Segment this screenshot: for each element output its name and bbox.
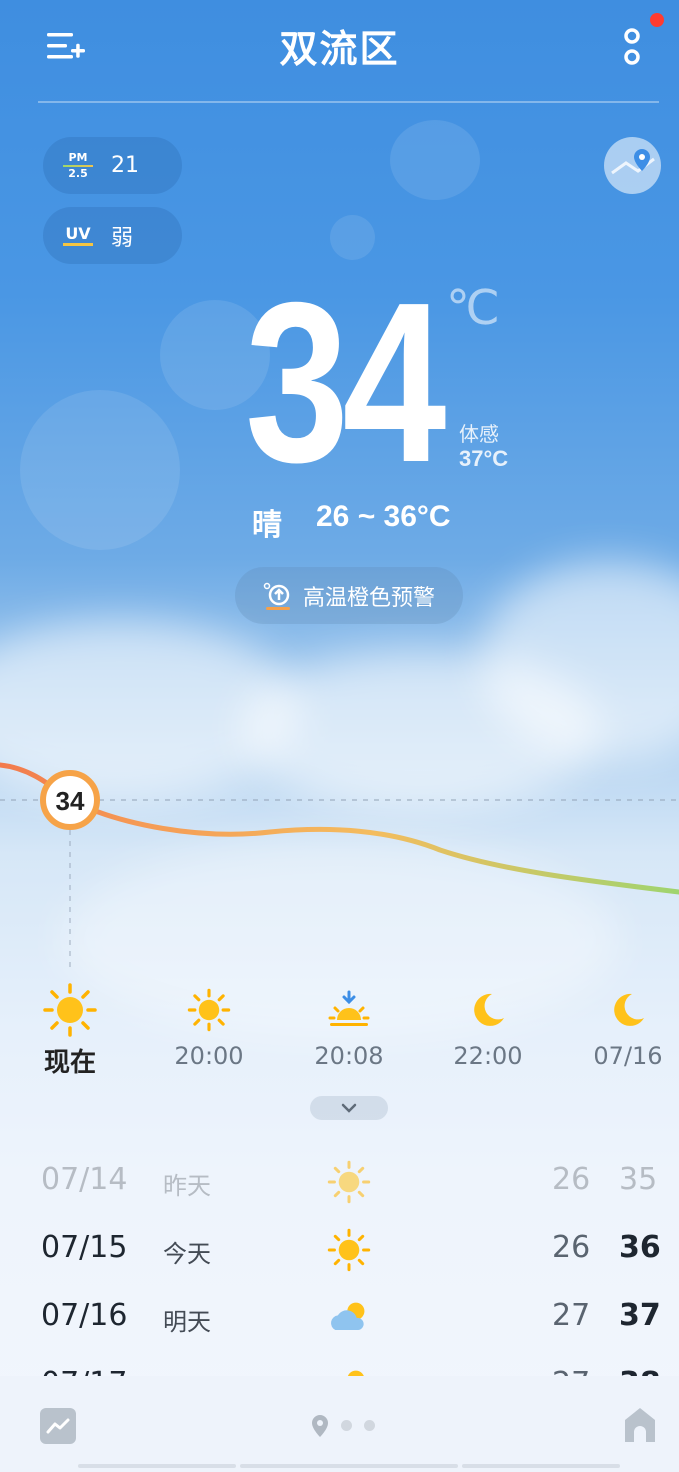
daily-high: 35: [619, 1162, 658, 1197]
current-temperature: 34: [245, 256, 446, 510]
daily-row[interactable]: 07/14 昨天 26 35: [0, 1152, 679, 1212]
page-indicator-dot[interactable]: [364, 1420, 375, 1431]
map-button[interactable]: [604, 137, 661, 194]
daily-row[interactable]: 07/15 今天 26 36: [0, 1220, 679, 1280]
trend-chart-icon[interactable]: [40, 1408, 76, 1444]
header-divider: [38, 101, 659, 103]
hourly-temperature-chart: 34: [0, 762, 679, 970]
sun-icon: [15, 980, 125, 1040]
chevron-down-icon: [341, 1103, 357, 1113]
hourly-item[interactable]: 22:00: [433, 980, 543, 1070]
expand-toggle-button[interactable]: [310, 1096, 388, 1120]
current-temp-marker-label: 34: [56, 786, 85, 816]
daily-row[interactable]: 07/17 周四 27 38: [0, 1356, 679, 1378]
weather-alert-button[interactable]: 高温橙色预警: [235, 567, 463, 624]
more-options-icon[interactable]: [616, 20, 656, 70]
hourly-item[interactable]: 07/16: [573, 980, 679, 1070]
sun-icon: [154, 980, 264, 1040]
daily-row[interactable]: 07/16 明天 27 37: [0, 1288, 679, 1348]
sun-icon: [327, 1160, 371, 1204]
hourly-label: 20:08: [314, 1042, 384, 1070]
daily-date: 07/14: [41, 1162, 128, 1197]
temperature-unit: ℃: [446, 280, 500, 336]
hourly-label: 现在: [43, 1048, 96, 1078]
city-title: 双流区: [279, 27, 400, 71]
hourly-label: 07/16: [593, 1042, 663, 1070]
hourly-item[interactable]: 20:08: [294, 980, 404, 1070]
daily-low: 27: [552, 1298, 591, 1333]
hourly-label: 20:00: [174, 1042, 244, 1070]
location-pin-icon[interactable]: [309, 1414, 331, 1442]
temperature-trend-line: [0, 762, 679, 895]
nav-indicator: [78, 1464, 236, 1468]
sunset-icon: [294, 980, 404, 1040]
notification-dot: [650, 13, 664, 27]
moon-icon: [433, 980, 543, 1040]
uv-value: 弱: [111, 225, 134, 251]
weather-condition: 晴: [252, 508, 282, 543]
alert-text: 高温橙色预警: [302, 585, 435, 611]
hourly-item[interactable]: 20:00: [154, 980, 264, 1070]
high-temperature-icon: [263, 582, 290, 610]
pm25-value: 21: [111, 153, 139, 178]
daily-low: 26: [552, 1230, 591, 1265]
daily-day-name: 昨天: [163, 1172, 211, 1200]
pm25-icon: PM 2.5: [63, 151, 93, 180]
uv-pill[interactable]: UV 弱: [43, 207, 182, 264]
nav-indicator: [240, 1464, 458, 1468]
sun-icon: [327, 1228, 371, 1272]
partly-cloudy-icon: [331, 1302, 365, 1330]
hourly-item-now[interactable]: 现在: [15, 980, 125, 1079]
pm25-pill[interactable]: PM 2.5 21: [43, 137, 182, 194]
daily-date: 07/16: [41, 1298, 128, 1333]
hourly-label: 22:00: [453, 1042, 523, 1070]
daily-date: 07/15: [41, 1230, 128, 1265]
nav-indicator: [462, 1464, 620, 1468]
daily-day-name: 明天: [163, 1308, 211, 1336]
home-icon[interactable]: [620, 1404, 660, 1444]
daily-day-name: 今天: [163, 1240, 211, 1268]
feels-like-label: 体感: [459, 422, 499, 446]
temperature-range: 26 ~ 36°C: [316, 500, 451, 533]
daily-high: 36: [619, 1230, 661, 1265]
map-icon: [611, 149, 655, 175]
daily-low: 26: [552, 1162, 591, 1197]
page-indicator-dot[interactable]: [341, 1420, 352, 1431]
daily-high: 37: [619, 1298, 661, 1333]
uv-icon: UV: [63, 225, 93, 246]
feels-like-value: 37°C: [459, 446, 509, 471]
moon-icon: [573, 980, 679, 1040]
bottom-bar: [0, 1376, 679, 1472]
